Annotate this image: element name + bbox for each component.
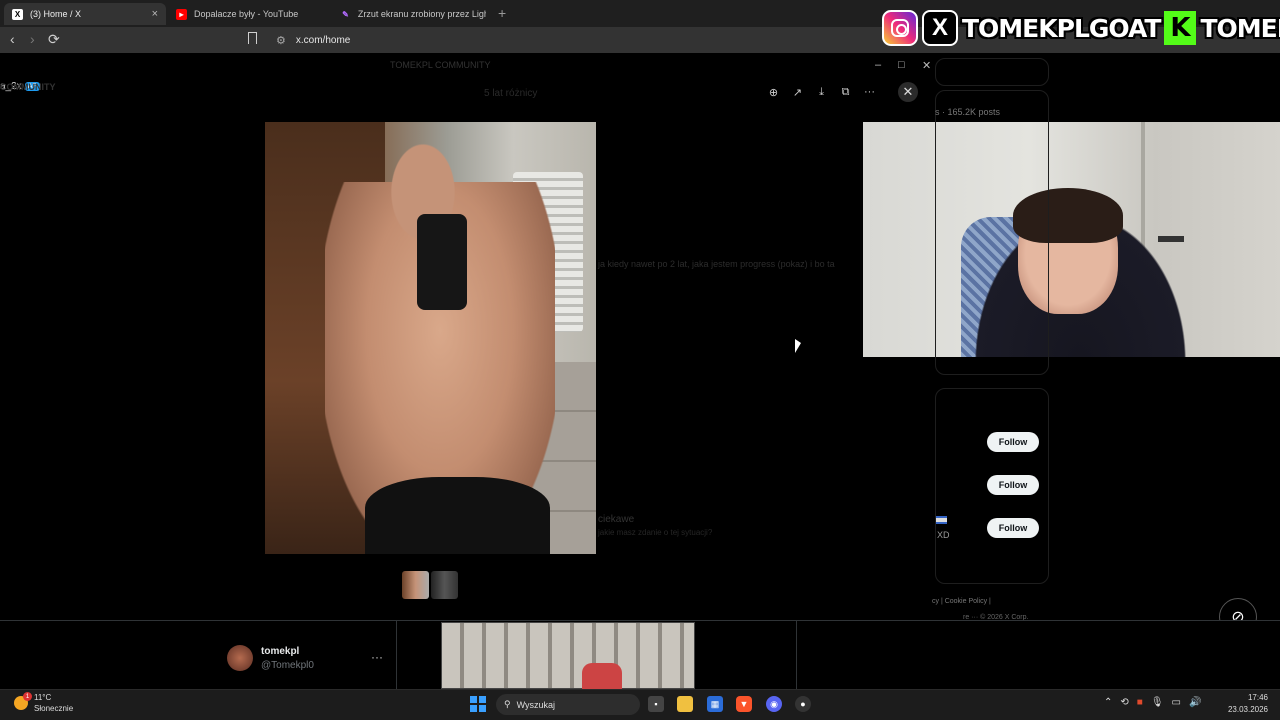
follow-button[interactable]: Follow xyxy=(987,475,1039,495)
more-icon[interactable]: ··· xyxy=(862,85,877,100)
avatar[interactable] xyxy=(227,645,253,671)
lightbox-close-button[interactable]: ✕ xyxy=(898,82,918,102)
profile-more-icon[interactable]: ··· xyxy=(371,650,383,664)
account-switcher[interactable]: a_2x AP COMMUNITY xyxy=(0,81,56,92)
volume-icon[interactable]: 🔊 xyxy=(1189,697,1201,708)
left-navigation: a_2x AP COMMUNITY xyxy=(0,53,220,620)
follow-button[interactable]: Follow xyxy=(987,518,1039,538)
sun-icon xyxy=(14,692,32,710)
reply-sub: jakie masz zdanie o tej sytuacji? xyxy=(598,528,713,537)
store-icon[interactable]: ▦ xyxy=(707,696,723,712)
lightbox-photo xyxy=(265,122,596,554)
microphone-icon[interactable]: 🎙 xyxy=(1151,697,1164,708)
divider xyxy=(796,620,797,689)
tab-label: Dopalacze były - YouTube xyxy=(194,9,299,19)
download-icon[interactable]: ⤓ xyxy=(814,85,829,100)
reply-snippet: ciekawe xyxy=(598,514,635,525)
taskbar xyxy=(0,689,1280,720)
trend-post-count: s · 165.2K posts xyxy=(935,107,1001,117)
file-explorer-icon[interactable] xyxy=(677,696,693,712)
bookmark-icon[interactable] xyxy=(248,32,257,44)
window-close-icon[interactable]: ✕ xyxy=(922,59,931,72)
weather-widget[interactable]: 11°C Słonecznie xyxy=(14,692,73,714)
brave-icon[interactable]: ▼ xyxy=(736,696,752,712)
kick-icon: K xyxy=(1164,11,1197,45)
time: 17:46 xyxy=(1247,693,1268,702)
taskbar-search[interactable]: ⚲ Wyszukaj xyxy=(496,694,640,715)
tab-youtube[interactable]: ▸ Dopalacze były - YouTube xyxy=(168,3,330,25)
post-count: 5 lat różnicy xyxy=(484,88,538,99)
task-view-icon[interactable]: ▪ xyxy=(648,696,664,712)
url-text: x.com/home xyxy=(295,34,351,46)
divider xyxy=(396,620,397,689)
date: 23.03.2026 xyxy=(1227,705,1268,714)
share-icon[interactable]: ↗ xyxy=(790,85,805,100)
maximize-icon[interactable]: □ xyxy=(898,59,905,71)
search-box-dimmed xyxy=(935,58,1049,86)
instagram-icon xyxy=(882,10,918,46)
thumbnail-2[interactable] xyxy=(431,571,458,599)
minimize-icon[interactable]: – xyxy=(875,59,881,71)
community-label: COMMUNITY xyxy=(0,81,56,92)
trends-panel-dimmed xyxy=(935,90,1049,375)
suggested-user-name: XD xyxy=(937,530,950,540)
stream-overlay: X TOMEKPLGOAT K TOMEKPL xyxy=(882,8,1280,48)
lightshot-icon: ✎ xyxy=(342,9,349,19)
zoom-icon[interactable]: ⊕ xyxy=(766,85,781,100)
clock[interactable]: 17:46 23.03.2026 xyxy=(1224,692,1268,716)
youtube-icon: ▸ xyxy=(176,8,187,20)
photo-phone xyxy=(417,214,467,310)
start-button[interactable] xyxy=(470,696,486,712)
webcam-overlay xyxy=(863,122,1280,357)
tab-lightshot[interactable]: ✎ Zrzut ekranu zrobiony przez Lightshot xyxy=(332,3,494,25)
gym-person xyxy=(582,663,622,690)
site-settings-icon[interactable]: ⚙ xyxy=(276,34,286,47)
chevron-up-icon[interactable]: ⌃ xyxy=(1104,697,1112,708)
forward-icon[interactable]: › xyxy=(30,31,35,47)
obs-icon[interactable]: ● xyxy=(795,696,811,712)
sync-icon[interactable]: ⟲ xyxy=(1120,697,1128,708)
search-placeholder: Wyszukaj xyxy=(516,699,556,710)
search-icon: ⚲ xyxy=(504,699,511,709)
office-icon[interactable]: ■ xyxy=(1137,697,1143,708)
thumbnail-1[interactable] xyxy=(402,571,429,599)
back-icon[interactable]: ‹ xyxy=(10,31,15,47)
mouse-cursor xyxy=(795,339,801,353)
system-tray: ⌃ ⟲ ■ 🎙 ▭ 🔊 xyxy=(1104,697,1201,708)
weather-label: Słonecznie xyxy=(34,704,74,713)
new-tab-button[interactable]: + xyxy=(498,5,506,21)
x-icon: X xyxy=(12,8,23,20)
photo-thumbnails xyxy=(402,571,458,599)
network-icon[interactable]: ▭ xyxy=(1172,697,1181,708)
gym-photo-thumbnail[interactable] xyxy=(441,622,695,690)
tab-label: (3) Home / X xyxy=(30,9,82,19)
temperature: 11°C xyxy=(34,693,52,702)
tab-x-home[interactable]: X (3) Home / X × xyxy=(4,3,166,25)
overlay-handle-1: TOMEKPLGOAT xyxy=(962,13,1161,43)
reload-icon[interactable]: ⟳ xyxy=(48,31,60,48)
profile-name[interactable]: tomekpl xyxy=(261,646,299,657)
open-new-icon[interactable]: ⧉ xyxy=(838,85,853,100)
profile-handle: @Tomekpl0 xyxy=(261,660,314,671)
community-header: TOMEKPL COMMUNITY xyxy=(390,60,491,70)
follow-button[interactable]: Follow xyxy=(987,432,1039,452)
discord-icon[interactable]: ◉ xyxy=(766,696,782,712)
overlay-handle-2: TOMEKPL xyxy=(1200,13,1280,43)
tab-label: Zrzut ekranu zrobiony przez Lightshot xyxy=(357,9,486,19)
lightbox-toolbar: ⊕ ↗ ⤓ ⧉ ··· xyxy=(766,82,877,102)
x-logo-icon: X xyxy=(922,10,958,46)
footer-links[interactable]: cy | Cookie Policy | xyxy=(932,598,991,605)
post-snippet: ja kiedy nawet po 2 lat, jaka jestem pro… xyxy=(598,259,835,269)
israel-flag-icon xyxy=(936,516,947,524)
close-icon[interactable]: × xyxy=(152,8,158,20)
photo-shorts xyxy=(365,477,550,554)
